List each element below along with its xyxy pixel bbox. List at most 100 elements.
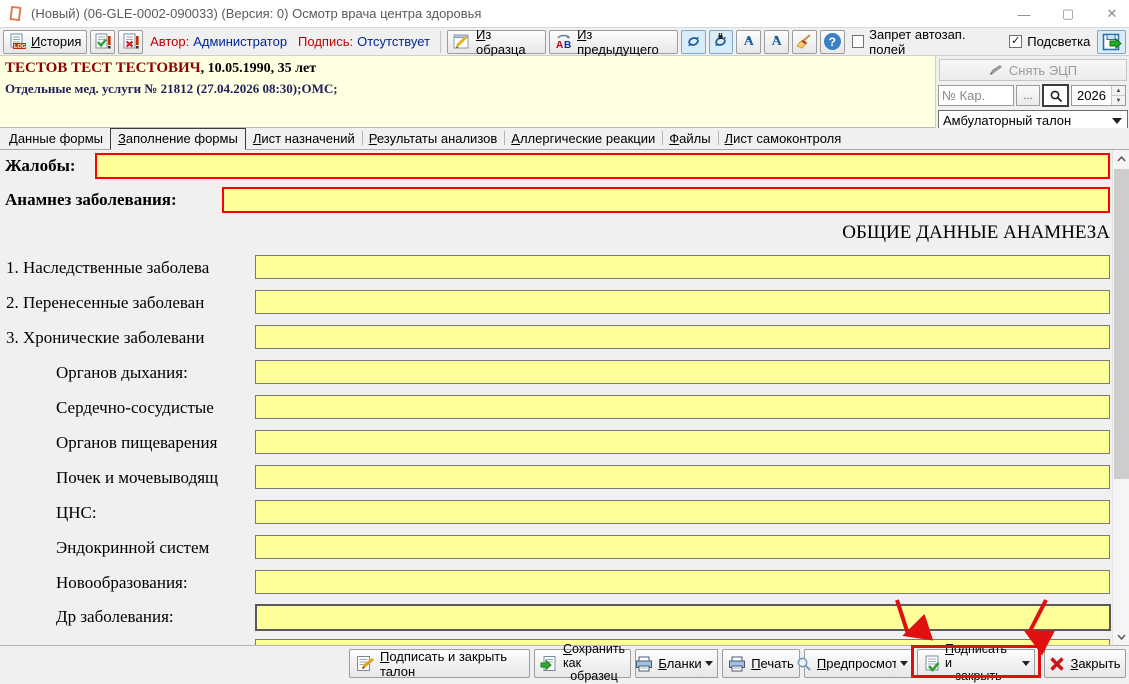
vertical-scrollbar[interactable] (1112, 150, 1129, 645)
field-label-past-diseases: 2. Перенесенные заболеван (6, 290, 204, 316)
field-hereditary[interactable] (255, 255, 1110, 279)
font-decrease-button[interactable]: A▼ (764, 30, 789, 54)
year-up-icon[interactable]: ▲ (1112, 86, 1125, 95)
save-floppy-icon (1102, 33, 1122, 51)
highlight-checkbox-box[interactable]: ✓ (1009, 35, 1022, 48)
year-value: 2026 (1072, 86, 1111, 105)
tab-list-naznacheniy[interactable]: Лист назначений (246, 128, 362, 149)
sign-and-close-dropdown-button[interactable] (1018, 649, 1035, 678)
field-cns[interactable] (255, 500, 1110, 524)
from-sample-button[interactable]: Из образца (447, 30, 546, 54)
patient-birth-age: , 10.05.1990, 35 лет (201, 61, 316, 76)
tab-fayly[interactable]: Файлы (662, 128, 717, 149)
blanks-button[interactable]: Бланки (635, 649, 702, 678)
save-sample-icon (540, 655, 558, 672)
tab-zapolnenie-formy[interactable]: Заполнение формы (110, 128, 246, 150)
close-icon[interactable]: ✕ (1101, 3, 1123, 25)
form-row-cns: ЦНС: (0, 500, 1112, 526)
scrollbar-thumb[interactable] (1114, 169, 1129, 479)
tab-dannye-formy[interactable]: Данные формы (2, 128, 110, 149)
year-spinner[interactable]: 2026 ▲ ▼ (1071, 85, 1126, 106)
tab-rezultaty-analizov[interactable]: Результаты анализов (362, 128, 505, 149)
sign-and-close-label-1: Подписать и (945, 643, 1012, 671)
card-lookup-button[interactable]: ... (1016, 85, 1040, 106)
field-digestive[interactable] (255, 430, 1110, 454)
highlight-checkbox[interactable]: ✓ Подсветка (1009, 34, 1090, 49)
no-autofill-checkbox[interactable]: Запрет автозап. полей (852, 27, 999, 57)
close-button[interactable]: Закрыть (1044, 649, 1126, 678)
save-as-sample-button[interactable]: Сохранить как образец (534, 649, 631, 678)
form-row-anamnesis: Анамнез заболевания: (0, 187, 1112, 213)
field-anamnesis[interactable] (222, 187, 1110, 213)
patient-info: ТЕСТОВ ТЕСТ ТЕСТОВИЧ, 10.05.1990, 35 лет… (5, 60, 925, 97)
sign-close-talon-button[interactable]: Подписать и закрыть талон (349, 649, 530, 678)
field-other-diseases[interactable] (255, 604, 1111, 631)
main-toolbar: LOG История Автор:Администратор Подпись:… (0, 28, 1129, 56)
field-cardiovascular[interactable] (255, 395, 1110, 419)
field-past-diseases[interactable] (255, 290, 1110, 314)
maximize-icon[interactable]: ▢ (1057, 3, 1079, 25)
printer-icon (728, 656, 746, 672)
preview-button[interactable]: Предпросмотр (804, 649, 897, 678)
form-row-digestive: Органов пищеварения (0, 430, 1112, 456)
field-endocrine[interactable] (255, 535, 1110, 559)
history-button[interactable]: LOG История (3, 30, 87, 54)
pen-icon (988, 64, 1003, 77)
help-button[interactable]: ? (820, 30, 845, 54)
minimize-icon[interactable]: — (1013, 3, 1035, 25)
field-label-cns: ЦНС: (56, 500, 97, 526)
scroll-down-icon[interactable] (1113, 628, 1129, 645)
from-sample-label: Из образца (476, 27, 540, 57)
help-icon: ? (824, 33, 841, 50)
broom-icon (795, 33, 813, 50)
form-row-endocrine: Эндокринной систем (0, 535, 1112, 561)
refresh-button[interactable] (681, 30, 706, 54)
from-previous-label: Из предыдущего (577, 27, 672, 57)
chevron-down-icon (1112, 118, 1122, 124)
blanks-dropdown-button[interactable] (701, 649, 718, 678)
card-number-input[interactable] (938, 85, 1014, 106)
red-cross-icon (1049, 656, 1065, 672)
highlight-label: Подсветка (1027, 34, 1090, 49)
no-autofill-checkbox-box[interactable] (852, 35, 864, 48)
card-search-button[interactable] (1042, 84, 1069, 107)
form-row-other-diseases: Др заболевания: (0, 604, 1112, 630)
tab-list-samokontrolya[interactable]: Лист самоконтроля (718, 128, 849, 149)
unsign-document-button[interactable] (118, 30, 143, 54)
tab-allergicheskie-reakcii[interactable]: Аллергические реакции (504, 128, 662, 149)
sign-document-button[interactable] (90, 30, 115, 54)
field-kidney[interactable] (255, 465, 1110, 489)
field-label-chronic: 3. Хронические заболевани (6, 325, 204, 351)
form-row-chronic: 3. Хронические заболевани (0, 325, 1112, 351)
year-down-icon[interactable]: ▼ (1112, 95, 1125, 105)
print-button[interactable]: Печать (722, 649, 800, 678)
field-label-respiratory: Органов дыхания: (56, 360, 188, 386)
window-title: (Новый) (06-GLE-0002-090033) (Версия: 0)… (31, 6, 481, 21)
field-complaints[interactable] (95, 153, 1110, 179)
font-increase-button[interactable]: A▲ (736, 30, 761, 54)
clear-fields-button[interactable] (792, 30, 817, 54)
no-autofill-label: Запрет автозап. полей (869, 27, 998, 57)
field-neoplasms[interactable] (255, 570, 1110, 594)
bottom-toolbar: Подписать и закрыть талон Сохранить как … (0, 645, 1129, 680)
form-row-neoplasms: Новообразования: (0, 570, 1112, 596)
sign-and-close-button[interactable]: Подписать и закрыть (917, 649, 1019, 678)
chevron-down-icon (900, 661, 908, 666)
title-bar: (Новый) (06-GLE-0002-090033) (Версия: 0)… (0, 0, 1129, 28)
field-chronic[interactable] (255, 325, 1110, 349)
signature-value: Отсутствует (357, 34, 430, 49)
field-respiratory[interactable] (255, 360, 1110, 384)
refresh-locked-button[interactable] (709, 30, 734, 54)
signature-info: Подпись: Отсутствует (298, 34, 430, 49)
scroll-up-icon[interactable] (1113, 150, 1129, 167)
from-previous-button[interactable]: AB Из предыдущего (549, 30, 678, 54)
author-label: Автор: (150, 34, 189, 49)
printer-icon (635, 656, 653, 672)
remove-ecp-button[interactable]: Снять ЭЦП (939, 59, 1127, 81)
preview-dropdown-button[interactable] (896, 649, 913, 678)
signature-label: Подпись: (298, 34, 353, 49)
form-area: Жалобы: Анамнез заболевания: ОБЩИЕ ДАННЫ… (0, 150, 1129, 645)
save-button[interactable] (1097, 30, 1126, 54)
patient-name: ТЕСТОВ ТЕСТ ТЕСТОВИЧ (5, 60, 201, 76)
save-as-sample-label-2: образец (570, 670, 618, 684)
